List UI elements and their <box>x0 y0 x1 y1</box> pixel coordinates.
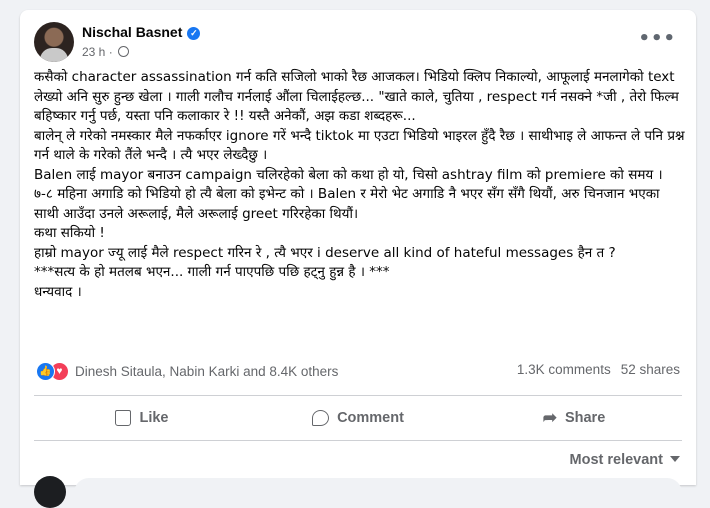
divider <box>34 395 682 396</box>
author-name[interactable]: Nischal Basnet <box>82 24 182 40</box>
more-options-icon[interactable]: ••• <box>638 28 676 49</box>
shares-count[interactable]: 52 shares <box>621 362 680 377</box>
post-paragraph: धन्यवाद । <box>34 283 82 300</box>
post-paragraph: कथा सकियो ! <box>34 225 105 241</box>
share-button[interactable]: ➦ Share <box>466 398 682 438</box>
share-label: Share <box>564 410 606 426</box>
post-time[interactable]: 23 h <box>82 45 105 59</box>
caret-down-icon <box>670 456 680 462</box>
post-paragraph: बालेन् ले गरेको नमस्कार मैले नफर्काएर ig… <box>34 127 685 164</box>
author-avatar[interactable] <box>34 22 74 62</box>
comment-sort-dropdown[interactable]: Most relevant <box>570 452 680 468</box>
post-paragraph: Balen लाई mayor बनाउन campaign चलिरहेको … <box>34 166 663 183</box>
comment-label: Comment <box>337 410 404 426</box>
like-reaction-icon: 👍 <box>36 362 55 381</box>
thumbs-up-icon <box>115 410 132 426</box>
post-paragraph: कसैको character assassination गर्न कति स… <box>34 69 679 124</box>
divider <box>34 440 682 441</box>
verified-badge-icon: ✓ <box>187 27 201 40</box>
post-text: कसैको character assassination गर्न कति स… <box>34 68 686 302</box>
action-bar: Like Comment ➦ Share <box>34 398 682 438</box>
author-row: Nischal Basnet ✓ <box>82 24 201 40</box>
sort-label: Most relevant <box>569 452 663 468</box>
post-paragraph: ***सत्य के हो मतलब भएन... गाली गर्न पाएप… <box>34 264 390 280</box>
comment-bubble-icon <box>312 410 330 426</box>
reaction-names[interactable]: Dinesh Sitaula, Nabin Karki and 8.4K oth… <box>75 364 338 379</box>
comment-button[interactable]: Comment <box>250 398 466 438</box>
post-meta: 23 h · <box>82 45 130 59</box>
reactions-summary[interactable]: 👍 ♥ Dinesh Sitaula, Nabin Karki and 8.4K… <box>36 362 338 381</box>
like-label: Like <box>139 410 169 426</box>
post-paragraph: ७-८ महिना अगाडि को भिडियो हो त्यै बेला क… <box>34 186 660 222</box>
post-paragraph: हाम्रो mayor ज्यू लाई मैले respect गरिन … <box>34 244 616 261</box>
comment-input[interactable] <box>74 478 682 508</box>
commenter-avatar[interactable] <box>34 476 66 508</box>
share-arrow-icon: ➦ <box>542 408 557 427</box>
post-card: Nischal Basnet ✓ 23 h · ••• कसैको charact… <box>20 10 696 508</box>
like-button[interactable]: Like <box>34 398 250 438</box>
comments-count[interactable]: 1.3K comments <box>517 362 611 377</box>
engagement-counts: 1.3K comments 52 shares <box>517 362 680 377</box>
globe-icon <box>118 46 130 57</box>
